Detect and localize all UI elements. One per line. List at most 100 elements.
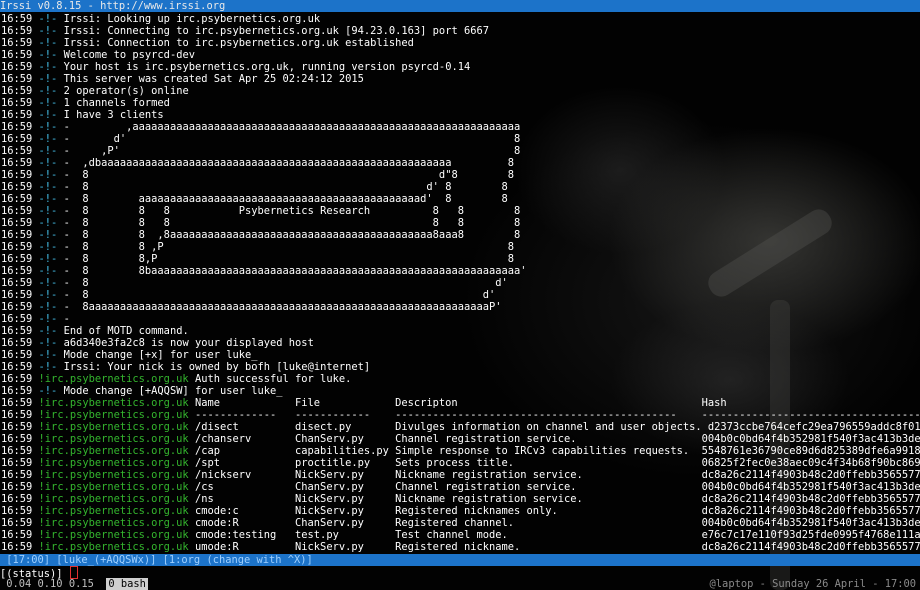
timestamp: 16:59 [1, 421, 33, 433]
message-marker: -!- [38, 73, 58, 85]
server-name: !irc.psybernetics.org.uk [38, 433, 189, 445]
timestamp: 16:59 [1, 217, 33, 229]
timestamp: 16:59 [1, 97, 33, 109]
timestamp: 16:59 [1, 229, 33, 241]
log-line: 16:59 -!- - ,aaaaaaaaaaaaaaaaaaaaaaaaaaa… [1, 121, 920, 133]
message-text: - 8 d' [63, 277, 508, 289]
message-marker: -!- [38, 97, 58, 109]
message-marker: -!- [38, 253, 58, 265]
irssi-status-bar: [17:00] [luke_(+AQQSWx)] [1:org (change … [0, 554, 920, 566]
timestamp: 16:59 [1, 13, 33, 25]
log-line: 16:59 -!- a6d340e3fa2c8 is now your disp… [1, 337, 920, 349]
message-marker: -!- [38, 217, 58, 229]
timestamp: 16:59 [1, 469, 33, 481]
timestamp: 16:59 [1, 361, 33, 373]
log-line: 16:59 -!- - [1, 313, 920, 325]
message-marker: -!- [38, 25, 58, 37]
message-text: - [63, 313, 70, 325]
log-line: 16:59 !irc.psybernetics.org.uk cmode:tes… [1, 529, 920, 541]
log-line: 16:59 -!- Your host is irc.psybernetics.… [1, 61, 920, 73]
message-marker: -!- [38, 325, 58, 337]
log-line: 16:59 -!- - 8 d' [1, 277, 920, 289]
message-text: This server was created Sat Apr 25 02:24… [63, 73, 364, 85]
server-name: !irc.psybernetics.org.uk [38, 457, 189, 469]
server-name: !irc.psybernetics.org.uk [38, 445, 189, 457]
timestamp: 16:59 [1, 445, 33, 457]
timestamp: 16:59 [1, 49, 33, 61]
message-text: ------------- ------------ -------------… [188, 409, 920, 421]
log-line: 16:59 !irc.psybernetics.org.uk cmode:R C… [1, 517, 920, 529]
log-line: 16:59 -!- - d' 8 [1, 133, 920, 145]
message-text: Irssi: Looking up irc.psybernetics.org.u… [63, 13, 321, 25]
log-line: 16:59 -!- 2 operator(s) online [1, 85, 920, 97]
tmux-window-tab[interactable]: 0 bash [106, 578, 148, 590]
log-line: 16:59 -!- Irssi: Your nick is owned by b… [1, 361, 920, 373]
message-marker: -!- [38, 145, 58, 157]
message-text: Your host is irc.psybernetics.org.uk, ru… [63, 61, 471, 73]
timestamp: 16:59 [1, 193, 33, 205]
message-marker: -!- [38, 133, 58, 145]
timestamp: 16:59 [1, 325, 33, 337]
message-text: End of MOTD command. [63, 325, 189, 337]
message-marker: -!- [38, 193, 58, 205]
server-name: !irc.psybernetics.org.uk [38, 541, 189, 553]
message-text: - 8 d' 8 8 [63, 181, 508, 193]
log-line: 16:59 -!- - 8 d' 8 8 [1, 181, 920, 193]
message-text: Mode change [+AQQSW] for user luke_ [63, 385, 283, 397]
message-text: Irssi: Your nick is owned by bofh [luke@… [63, 361, 371, 373]
log-line: 16:59 -!- - ,P' 8 [1, 145, 920, 157]
message-text: /chanserv ChanServ.py Channel registrati… [188, 433, 920, 445]
message-marker: -!- [38, 121, 58, 133]
log-line: 16:59 !irc.psybernetics.org.uk /cap capa… [1, 445, 920, 457]
message-marker: -!- [38, 157, 58, 169]
log-line: 16:59 -!- - 8 8,P 8 [1, 253, 920, 265]
server-name: !irc.psybernetics.org.uk [38, 469, 189, 481]
message-text: - 8 d' [63, 289, 496, 301]
log-line: 16:59 -!- End of MOTD command. [1, 325, 920, 337]
timestamp: 16:59 [1, 121, 33, 133]
message-text: /cs ChanServ.py Channel registration ser… [188, 481, 920, 493]
message-marker: -!- [38, 169, 58, 181]
timestamp: 16:59 [1, 61, 33, 73]
log-line: 16:59 -!- Welcome to psyrcd-dev [1, 49, 920, 61]
message-text: cmode:testing test.py Test channel mode.… [188, 529, 920, 541]
message-marker: -!- [38, 277, 58, 289]
timestamp: 16:59 [1, 493, 33, 505]
message-text: cmode:c NickServ.py Registered nicknames… [188, 505, 920, 517]
message-marker: -!- [38, 313, 58, 325]
timestamp: 16:59 [1, 181, 33, 193]
log-line: 16:59 -!- - 8 d"8 8 [1, 169, 920, 181]
message-marker: -!- [38, 49, 58, 61]
timestamp: 16:59 [1, 265, 33, 277]
message-marker: -!- [38, 37, 58, 49]
timestamp: 16:59 [1, 337, 33, 349]
title-bar: Irssi v0.8.15 - http://www.irssi.org [0, 0, 920, 12]
server-name: !irc.psybernetics.org.uk [38, 529, 189, 541]
timestamp: 16:59 [1, 73, 33, 85]
log-line: 16:59 -!- 1 channels formed [1, 97, 920, 109]
message-text: - 8 8baaaaaaaaaaaaaaaaaaaaaaaaaaaaaaaaaa… [63, 265, 527, 277]
timestamp: 16:59 [1, 529, 33, 541]
tmux-status-bar: 0.04 0.10 0.15 0 bash @laptop - Sunday 26… [0, 578, 920, 590]
timestamp: 16:59 [1, 253, 33, 265]
timestamp: 16:59 [1, 301, 33, 313]
message-text: I have 3 clients [63, 109, 164, 121]
log-line: 16:59 -!- This server was created Sat Ap… [1, 73, 920, 85]
log-line: 16:59 -!- Mode change [+AQQSW] for user … [1, 385, 920, 397]
message-marker: -!- [38, 349, 58, 361]
message-text: - ,dbaaaaaaaaaaaaaaaaaaaaaaaaaaaaaaaaaaa… [63, 157, 515, 169]
message-marker: -!- [38, 337, 58, 349]
log-line: 16:59 !irc.psybernetics.org.uk /spt proc… [1, 457, 920, 469]
message-text: Name File Descripton Hash [188, 397, 727, 409]
log-line: 16:59 !irc.psybernetics.org.uk Name File… [1, 397, 920, 409]
input-line[interactable]: [(status)] [0, 566, 78, 580]
message-text: - ,aaaaaaaaaaaaaaaaaaaaaaaaaaaaaaaaaaaaa… [63, 121, 521, 133]
log-line: 16:59 -!- - 8 8 ,8aaaaaaaaaaaaaaaaaaaaaa… [1, 229, 920, 241]
timestamp: 16:59 [1, 241, 33, 253]
message-text: Irssi: Connection to irc.psybernetics.or… [63, 37, 414, 49]
message-marker: -!- [38, 109, 58, 121]
timestamp: 16:59 [1, 457, 33, 469]
log-line: 16:59 !irc.psybernetics.org.uk /disect d… [1, 421, 920, 433]
timestamp: 16:59 [1, 25, 33, 37]
message-text: Welcome to psyrcd-dev [63, 49, 195, 61]
